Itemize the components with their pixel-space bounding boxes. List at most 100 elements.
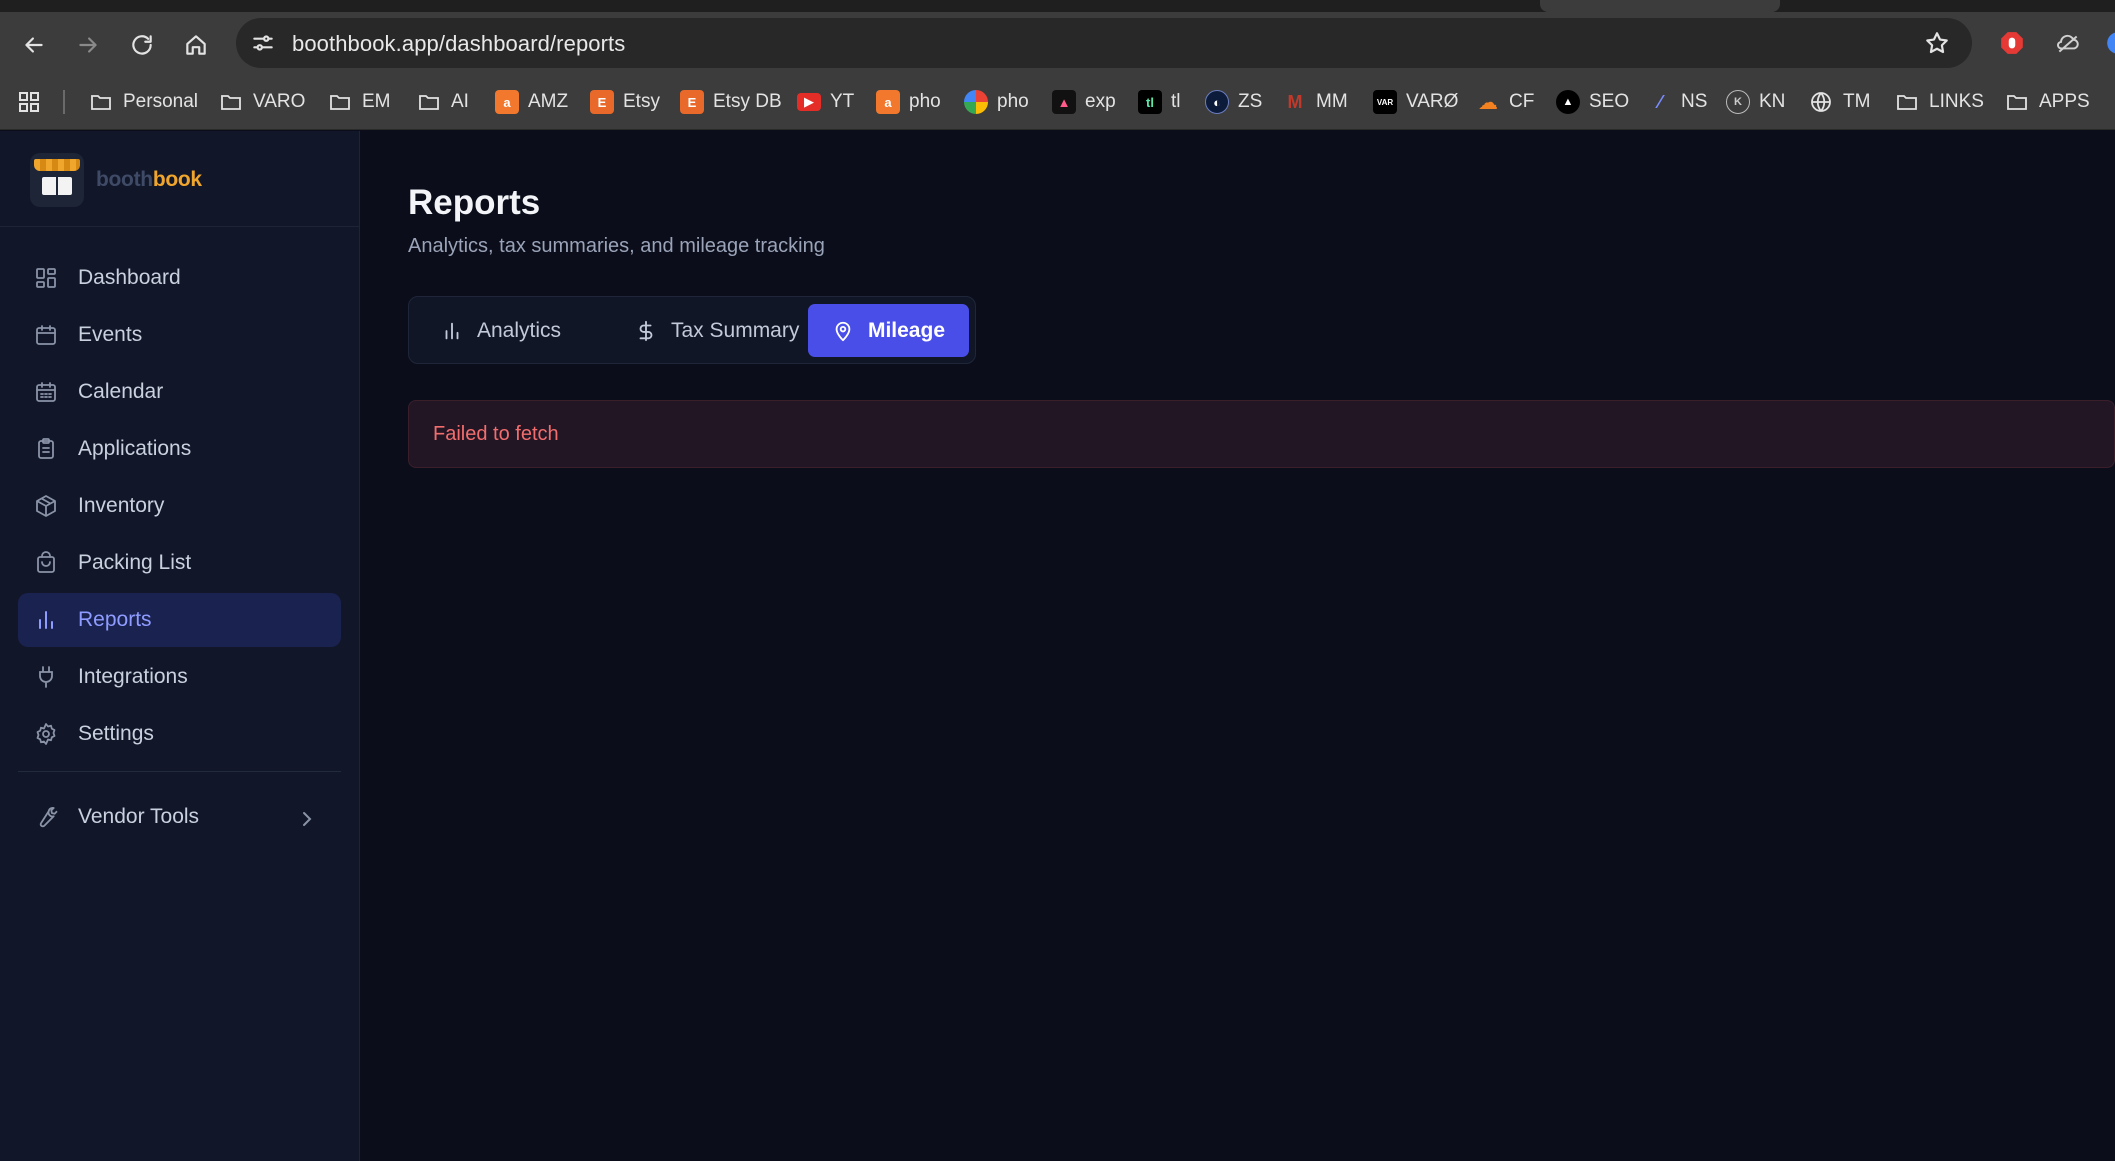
clipboard-icon [38, 438, 54, 459]
bookmark-em[interactable]: EM [327, 87, 391, 117]
calendar-icon [36, 325, 56, 345]
sidebar-item-calendar[interactable]: Calendar [18, 365, 341, 419]
bookmark-mm[interactable]: M MM [1283, 87, 1348, 117]
sidebar-item-settings[interactable]: Settings [18, 707, 341, 761]
tab-analytics[interactable]: Analytics [417, 304, 585, 357]
arrow-left-icon [25, 37, 43, 53]
mm-icon: M [1287, 91, 1303, 112]
varo-icon: VAR [1373, 90, 1397, 114]
dollar-icon [639, 320, 653, 341]
bookmark-star-icon[interactable] [1924, 30, 1950, 56]
sidebar-item-events[interactable]: Events [18, 308, 341, 362]
brand-name: boothbook [96, 168, 202, 191]
youtube-icon: ▶ [797, 93, 821, 111]
map-pin-icon [835, 321, 851, 341]
dashboard-icon [36, 268, 56, 288]
home-icon [186, 35, 206, 55]
sidebar-item-integrations[interactable]: Integrations [18, 650, 341, 704]
package-icon [36, 495, 56, 517]
tab-mileage[interactable]: Mileage [808, 304, 969, 357]
extension-stop-icon[interactable] [1998, 29, 2026, 57]
bookmark-exp[interactable]: ▲ exp [1052, 87, 1116, 117]
bookmark-links[interactable]: LINKS [1894, 87, 1984, 117]
etsy-icon: E [590, 90, 614, 114]
bookmark-ns[interactable]: ⁄ NS [1648, 87, 1707, 117]
folder-icon [91, 95, 111, 110]
sidebar-divider [0, 226, 359, 227]
sidebar-item-vendor-tools[interactable]: Vendor Tools [18, 790, 341, 844]
bookmarks-divider [63, 90, 65, 114]
booth-logo-icon [30, 153, 84, 207]
bookmark-tl[interactable]: tl tl [1138, 87, 1181, 117]
brand-logo[interactable]: boothbook [30, 153, 202, 207]
tl-icon: tl [1138, 90, 1162, 114]
bookmark-kn[interactable]: K KN [1726, 87, 1785, 117]
plug-icon [39, 666, 53, 688]
app-root: boothbook Dashboard Events Calendar Appl… [0, 131, 2115, 1161]
extension-cloud-icon[interactable] [2054, 29, 2082, 57]
folder-icon [1897, 95, 1917, 110]
sidebar: boothbook Dashboard Events Calendar Appl… [0, 131, 360, 1161]
bookmark-zs[interactable]: ◐ ZS [1205, 87, 1262, 117]
bookmark-etsy[interactable]: E Etsy [590, 87, 660, 117]
bookmark-apps[interactable]: APPS [2004, 87, 2090, 117]
sidebar-nav: Dashboard Events Calendar Applications I… [18, 251, 341, 847]
express-icon: ▲ [1052, 90, 1076, 114]
bookmark-tm[interactable]: TM [1808, 87, 1870, 117]
globe-icon [1811, 92, 1831, 112]
bookmarks-bar: Personal VARO EM AI a AMZ E Etsy E Etsy DB … [0, 74, 2115, 130]
bookmark-pho-2[interactable]: pho [964, 87, 1029, 117]
bookmark-amz[interactable]: a AMZ [495, 87, 568, 117]
reload-icon [132, 35, 152, 55]
tab-tax-summary[interactable]: Tax Summary [611, 304, 823, 357]
kn-icon: K [1726, 90, 1750, 114]
folder-icon [419, 95, 439, 110]
report-tabs: Analytics Tax Summary Mileage [408, 296, 976, 364]
url-text[interactable]: boothbook.app/dashboard/reports [292, 31, 625, 57]
forward-button[interactable] [72, 29, 104, 61]
bag-icon [37, 551, 55, 573]
sidebar-item-inventory[interactable]: Inventory [18, 479, 341, 533]
bookmark-pho-1[interactable]: a pho [876, 87, 941, 117]
calendar-grid-icon [36, 382, 56, 402]
ns-icon: ⁄ [1658, 91, 1662, 112]
error-message: Failed to fetch [433, 423, 559, 445]
seo-icon: ▲ [1556, 90, 1580, 114]
extension-edge-icon[interactable] [2104, 29, 2115, 57]
back-button[interactable] [18, 29, 50, 61]
apps-grid-icon[interactable] [16, 87, 42, 117]
reload-button[interactable] [126, 29, 158, 61]
google-photos-icon [964, 90, 988, 114]
sidebar-item-dashboard[interactable]: Dashboard [18, 251, 341, 305]
bookmark-cf[interactable]: ☁ CF [1476, 87, 1534, 117]
folder-icon [2007, 95, 2027, 110]
sidebar-item-applications[interactable]: Applications [18, 422, 341, 476]
site-settings-icon[interactable] [250, 30, 276, 56]
address-bar[interactable]: boothbook.app/dashboard/reports [236, 18, 1972, 68]
gear-icon [36, 723, 56, 745]
bookmark-varo[interactable]: VARO [218, 87, 305, 117]
bookmark-ai[interactable]: AI [416, 87, 469, 117]
browser-tabstrip [0, 0, 2115, 12]
bar-chart-icon [445, 322, 459, 339]
page-title: Reports [408, 183, 541, 222]
bookmark-etsy-db[interactable]: E Etsy DB [680, 87, 782, 117]
bookmark-personal[interactable]: Personal [88, 87, 198, 117]
folder-icon [221, 95, 241, 110]
bookmark-yt[interactable]: ▶ YT [797, 87, 854, 117]
bookmark-seo[interactable]: ▲ SEO [1556, 87, 1629, 117]
amazon-photos-icon: a [876, 90, 900, 114]
arrow-right-icon [79, 37, 97, 53]
cloudflare-icon: ☁ [1478, 91, 1498, 114]
sidebar-item-packing-list[interactable]: Packing List [18, 536, 341, 590]
bookmark-varo-2[interactable]: VAR VARØ [1373, 87, 1458, 117]
sidebar-item-reports[interactable]: Reports [18, 593, 341, 647]
zs-icon: ◐ [1205, 90, 1229, 114]
folder-icon [330, 95, 350, 110]
sidebar-section-divider [18, 771, 341, 772]
page-subtitle: Analytics, tax summaries, and mileage tr… [408, 235, 825, 257]
home-button[interactable] [180, 29, 212, 61]
wrench-icon [39, 806, 58, 828]
active-browser-tab[interactable] [1540, 0, 1780, 12]
amazon-icon: a [495, 90, 519, 114]
